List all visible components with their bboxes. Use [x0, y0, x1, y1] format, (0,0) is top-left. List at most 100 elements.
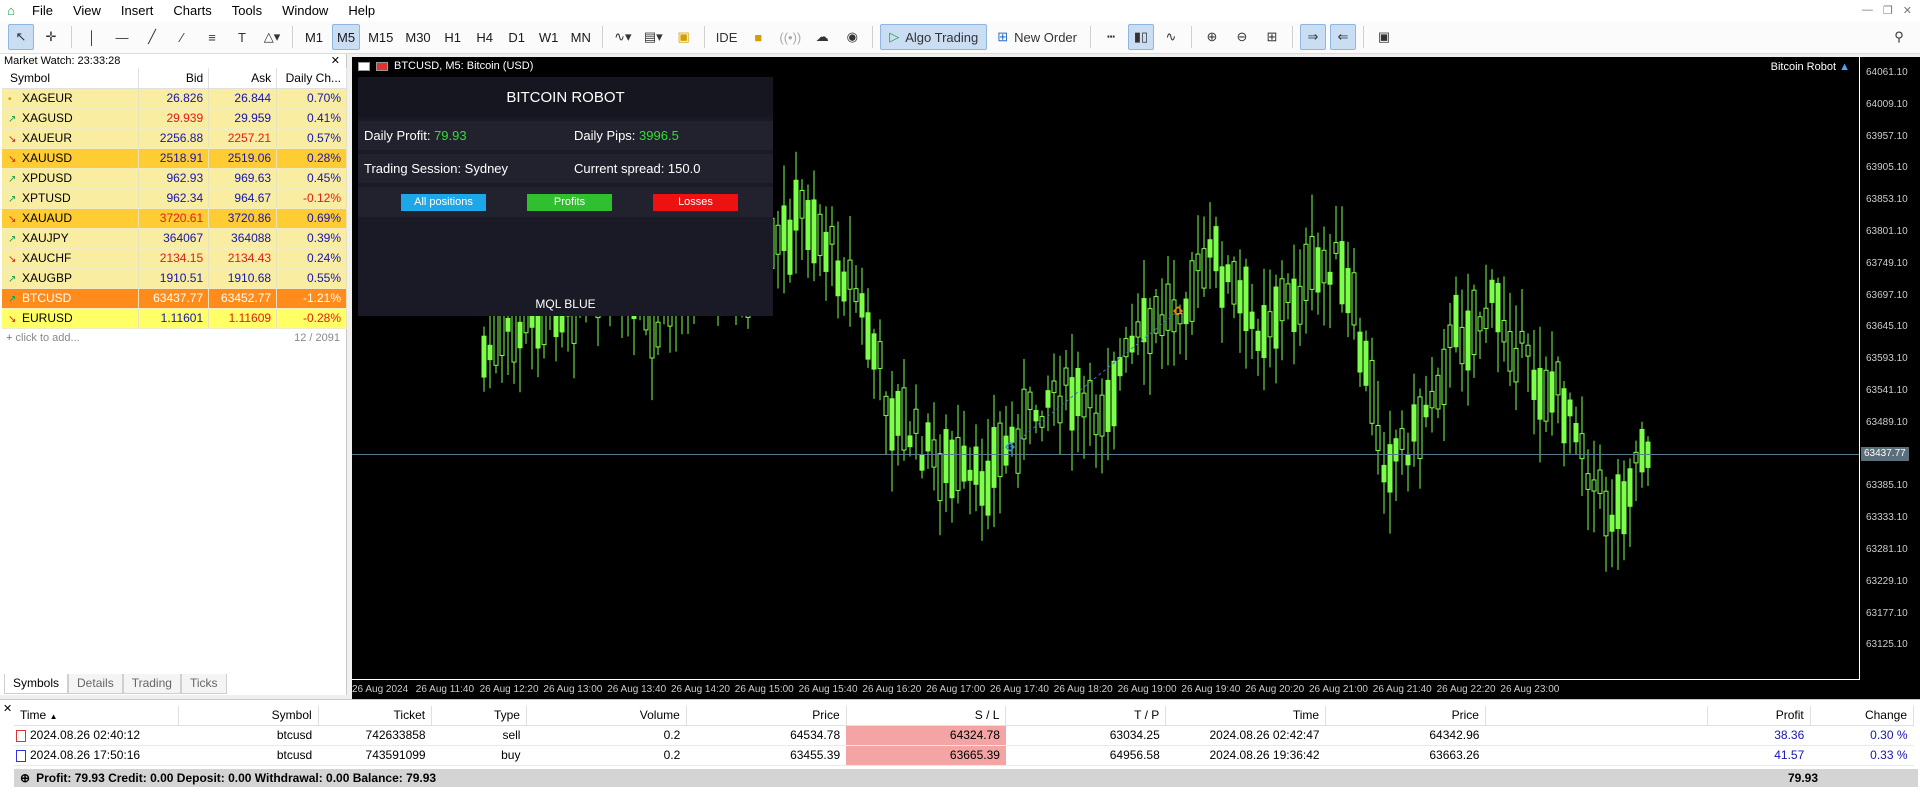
col-type[interactable]: Type — [431, 706, 527, 726]
col-ticket[interactable]: Ticket — [318, 706, 433, 726]
chart-shift-icon[interactable]: ⇐ — [1330, 24, 1356, 50]
col-time[interactable]: Time ▲ — [14, 706, 180, 726]
candlestick-icon[interactable]: ▮▯ — [1128, 24, 1154, 50]
screenshot-icon[interactable]: ▣ — [1371, 24, 1397, 50]
candle-body — [1081, 392, 1087, 418]
crosshair-icon[interactable]: ✛ — [38, 24, 64, 50]
market-watch-row[interactable]: ↘ XAUAUD 3720.61 3720.86 0.69% — [2, 208, 347, 229]
col-change[interactable]: Change — [1810, 706, 1915, 726]
timeframe-h4[interactable]: H4 — [471, 24, 499, 50]
price-tick-label: 63905.10 — [1866, 162, 1908, 174]
menu-window[interactable]: Window — [272, 0, 338, 21]
zoom-in-icon[interactable]: ⊕ — [1199, 24, 1225, 50]
price-axis[interactable]: 64061.10 64009.10 63957.10 63905.10 63853.10… — [1859, 57, 1920, 679]
history-row[interactable]: 2024.08.26 17:50:16 btcusd 743591099 buy 0.2… — [14, 745, 1914, 766]
history-row[interactable]: 2024.08.26 02:40:12 btcusd 742633858 sell 0.… — [14, 725, 1914, 746]
timeframe-d1[interactable]: D1 — [503, 24, 531, 50]
algo-trading-button[interactable]: ▷ Algo Trading — [880, 24, 988, 50]
col-symbol[interactable]: Symbol — [178, 706, 319, 726]
ide-button[interactable]: IDE — [712, 24, 742, 50]
trendline-icon[interactable]: ╱ — [139, 24, 165, 50]
timeframe-mn[interactable]: MN — [567, 24, 595, 50]
menu-insert[interactable]: Insert — [111, 0, 164, 21]
col-symbol[interactable]: Symbol — [2, 68, 140, 89]
menu-tools[interactable]: Tools — [222, 0, 272, 21]
market-watch-row[interactable]: ↗ BTCUSD 63437.77 63452.77 -1.21% — [2, 288, 347, 309]
market-watch-row[interactable]: ↗ XAGUSD 29.939 29.959 0.41% — [2, 108, 347, 129]
close-icon[interactable]: ✕ — [1903, 4, 1912, 17]
vps-icon[interactable]: ◉ — [839, 24, 865, 50]
signal-icon[interactable]: ((•)) — [775, 24, 805, 50]
col-volume[interactable]: Volume — [526, 706, 687, 726]
timeframe-h1[interactable]: H1 — [439, 24, 467, 50]
tab-ticks[interactable]: Ticks — [180, 674, 227, 694]
col-tp[interactable]: T / P — [1005, 706, 1167, 726]
shapes-icon[interactable]: △▾ — [259, 24, 285, 50]
chart-template-icon[interactable]: ▤▾ — [640, 24, 667, 50]
col-profit[interactable]: Profit — [1707, 706, 1811, 726]
tab-symbols[interactable]: Symbols — [4, 674, 69, 694]
menu-help[interactable]: Help — [338, 0, 385, 21]
add-symbol-row[interactable]: + click to add... 12 / 2091 — [0, 329, 346, 348]
market-watch-row[interactable]: ↗ XAUGBP 1910.51 1910.68 0.55% — [2, 268, 347, 289]
timeframe-m5[interactable]: M5 — [332, 24, 361, 50]
market-watch-row[interactable]: ↘ XAUCHF 2134.15 2134.43 0.24% — [2, 248, 347, 269]
vertical-line-icon[interactable]: │ — [79, 24, 105, 50]
tile-windows-icon[interactable]: ⊞ — [1259, 24, 1285, 50]
col-sl[interactable]: S / L — [846, 706, 1007, 726]
restore-icon[interactable]: ❐ — [1883, 4, 1893, 17]
market-watch-title: Market Watch: 23:33:28 — [4, 55, 121, 67]
zoom-out-icon[interactable]: ⊖ — [1229, 24, 1255, 50]
close-icon[interactable]: ✕ — [3, 702, 12, 715]
market-watch-row[interactable]: ↗ XPTUSD 962.34 964.67 -0.12% — [2, 188, 347, 209]
all-positions-button[interactable]: All positions — [401, 193, 486, 211]
cloud-icon[interactable]: ☁ — [809, 24, 835, 50]
market-watch-row[interactable]: ↘ XAUEUR 2256.88 2257.21 0.57% — [2, 128, 347, 149]
candle-body — [835, 260, 841, 297]
timeframe-m30[interactable]: M30 — [401, 24, 434, 50]
col-daily-change[interactable]: Daily Ch... — [276, 68, 347, 89]
col-close-price[interactable]: Price — [1325, 706, 1486, 726]
chart-menu-icon[interactable] — [358, 61, 370, 71]
candle-body — [1333, 242, 1339, 254]
market-watch-row[interactable]: ↘ EURUSD 1.11601 1.11609 -0.28% — [2, 308, 347, 329]
time-axis[interactable]: 26 Aug 2024 26 Aug 11:40 26 Aug 12:20 26 Au… — [352, 679, 1860, 699]
minimize-icon[interactable]: — — [1862, 4, 1873, 17]
autoscroll-icon[interactable]: ⇒ — [1300, 24, 1326, 50]
market-watch-row[interactable]: • XAGEUR 26.826 26.844 0.70% — [2, 88, 347, 109]
expand-icon[interactable]: ⊕ — [20, 771, 30, 785]
menu-file[interactable]: File — [22, 0, 63, 21]
col-ask[interactable]: Ask — [208, 68, 278, 89]
losses-button[interactable]: Losses — [653, 193, 738, 211]
new-order-button[interactable]: ⊞ New Order — [991, 24, 1083, 50]
tab-details[interactable]: Details — [68, 674, 123, 694]
close-icon[interactable]: ✕ — [331, 54, 340, 68]
col-close-time[interactable]: Time — [1165, 706, 1327, 726]
channel-icon[interactable]: ∕ — [169, 24, 195, 50]
line-chart-icon[interactable]: ∿ — [1158, 24, 1184, 50]
market-watch-row[interactable]: ↗ XPDUSD 962.93 969.63 0.45% — [2, 168, 347, 189]
timeframe-w1[interactable]: W1 — [535, 24, 563, 50]
indicators-icon[interactable]: ∿▾ — [610, 24, 636, 50]
tab-trading[interactable]: Trading — [122, 674, 181, 694]
bar-chart-icon[interactable]: ┅ — [1098, 24, 1124, 50]
lock-icon[interactable]: ■ — [745, 24, 771, 50]
horizontal-line-icon[interactable]: — — [109, 24, 135, 50]
col-time-label: Time — [20, 708, 47, 723]
timeframe-m15[interactable]: M15 — [364, 24, 397, 50]
col-bid[interactable]: Bid — [138, 68, 210, 89]
price-cell: 63455.39 — [686, 745, 847, 766]
market-icon[interactable]: ▣ — [671, 24, 697, 50]
col-price[interactable]: Price — [686, 706, 847, 726]
market-watch-row[interactable]: ↗ XAUJPY 364067 364088 0.39% — [2, 228, 347, 249]
timeframe-m1[interactable]: M1 — [300, 24, 328, 50]
profits-button[interactable]: Profits — [527, 193, 612, 211]
text-tool-icon[interactable]: T — [229, 24, 255, 50]
search-icon[interactable]: ⚲ — [1886, 24, 1912, 50]
ask-cell: 2519.06 — [208, 148, 278, 169]
fibonacci-icon[interactable]: ≡ — [199, 24, 225, 50]
market-watch-row[interactable]: ↘ XAUUSD 2518.91 2519.06 0.28% — [2, 148, 347, 169]
cursor-tool-icon[interactable]: ↖ — [8, 24, 34, 50]
menu-view[interactable]: View — [63, 0, 111, 21]
menu-charts[interactable]: Charts — [163, 0, 221, 21]
